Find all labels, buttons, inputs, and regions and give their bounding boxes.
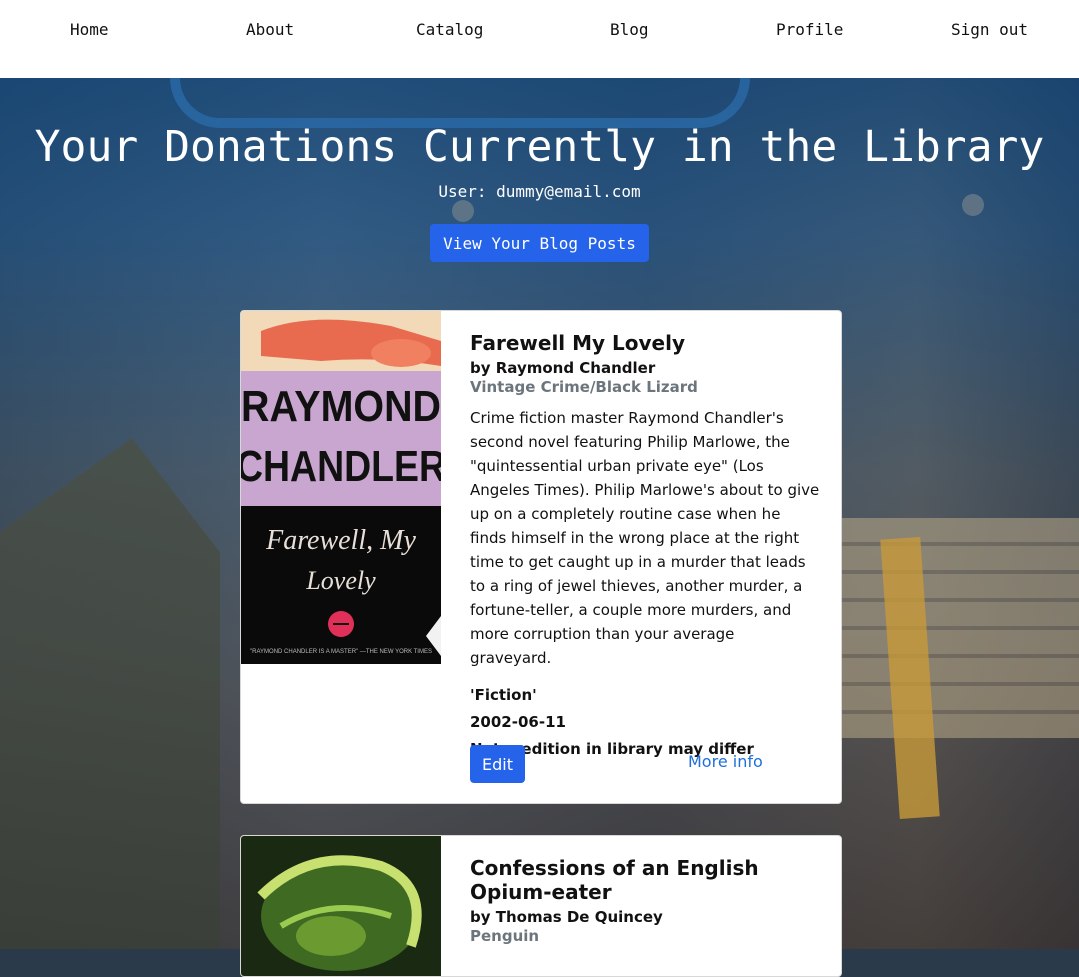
view-blog-posts-button[interactable]: View Your Blog Posts [430, 224, 649, 262]
cover-title-line2: Lovely [305, 566, 376, 595]
user-email: User: dummy@email.com [438, 182, 641, 201]
cover-blurb: "RAYMOND CHANDLER IS A MASTER" —THE NEW … [250, 649, 432, 655]
book-cover[interactable]: RAYMOND CHANDLER Farewell, My Lovely "RA… [241, 311, 446, 664]
nav-about[interactable]: About [246, 20, 294, 39]
book-details: Confessions of an English Opium-eater by… [470, 856, 820, 945]
book-genre: 'Fiction' [470, 686, 537, 704]
nav-profile[interactable]: Profile [776, 20, 843, 39]
book-publisher: Vintage Crime/Black Lizard [470, 378, 698, 396]
nav-catalog[interactable]: Catalog [416, 20, 483, 39]
edit-button[interactable]: Edit [470, 745, 525, 783]
top-navbar: Home About Catalog Blog Profile Sign out [0, 0, 1079, 78]
book-author: by Raymond Chandler [470, 359, 656, 377]
book-cover-image [241, 836, 441, 976]
book-date: 2002-06-11 [470, 713, 566, 731]
cover-author-first: RAYMOND [241, 382, 441, 431]
book-details: Farewell My Lovely by Raymond Chandler V… [470, 331, 820, 763]
nav-sign-out[interactable]: Sign out [951, 20, 1028, 39]
book-card: Confessions of an English Opium-eater by… [240, 835, 842, 977]
house-silhouette [0, 438, 220, 949]
more-info-link[interactable]: More info [688, 752, 763, 771]
book-title: Confessions of an English Opium-eater [470, 856, 759, 904]
cover-title-line1: Farewell, My [265, 525, 416, 556]
page-title: Your Donations Currently in the Library [34, 122, 1045, 172]
cover-author-last: CHANDLER [241, 442, 441, 491]
nav-blog[interactable]: Blog [610, 20, 649, 39]
book-cover[interactable] [241, 836, 441, 976]
nav-home[interactable]: Home [70, 20, 109, 39]
book-cover-image: RAYMOND CHANDLER Farewell, My Lovely "RA… [241, 311, 446, 664]
book-card: RAYMOND CHANDLER Farewell, My Lovely "RA… [240, 310, 842, 804]
book-title: Farewell My Lovely [470, 331, 686, 355]
book-author: by Thomas De Quincey [470, 908, 663, 926]
book-drop-slot [170, 78, 750, 128]
book-publisher: Penguin [470, 927, 540, 945]
book-description: Crime fiction master Raymond Chandler's … [470, 409, 820, 667]
books-stack [839, 518, 1079, 738]
bolt-decoration [452, 200, 474, 222]
